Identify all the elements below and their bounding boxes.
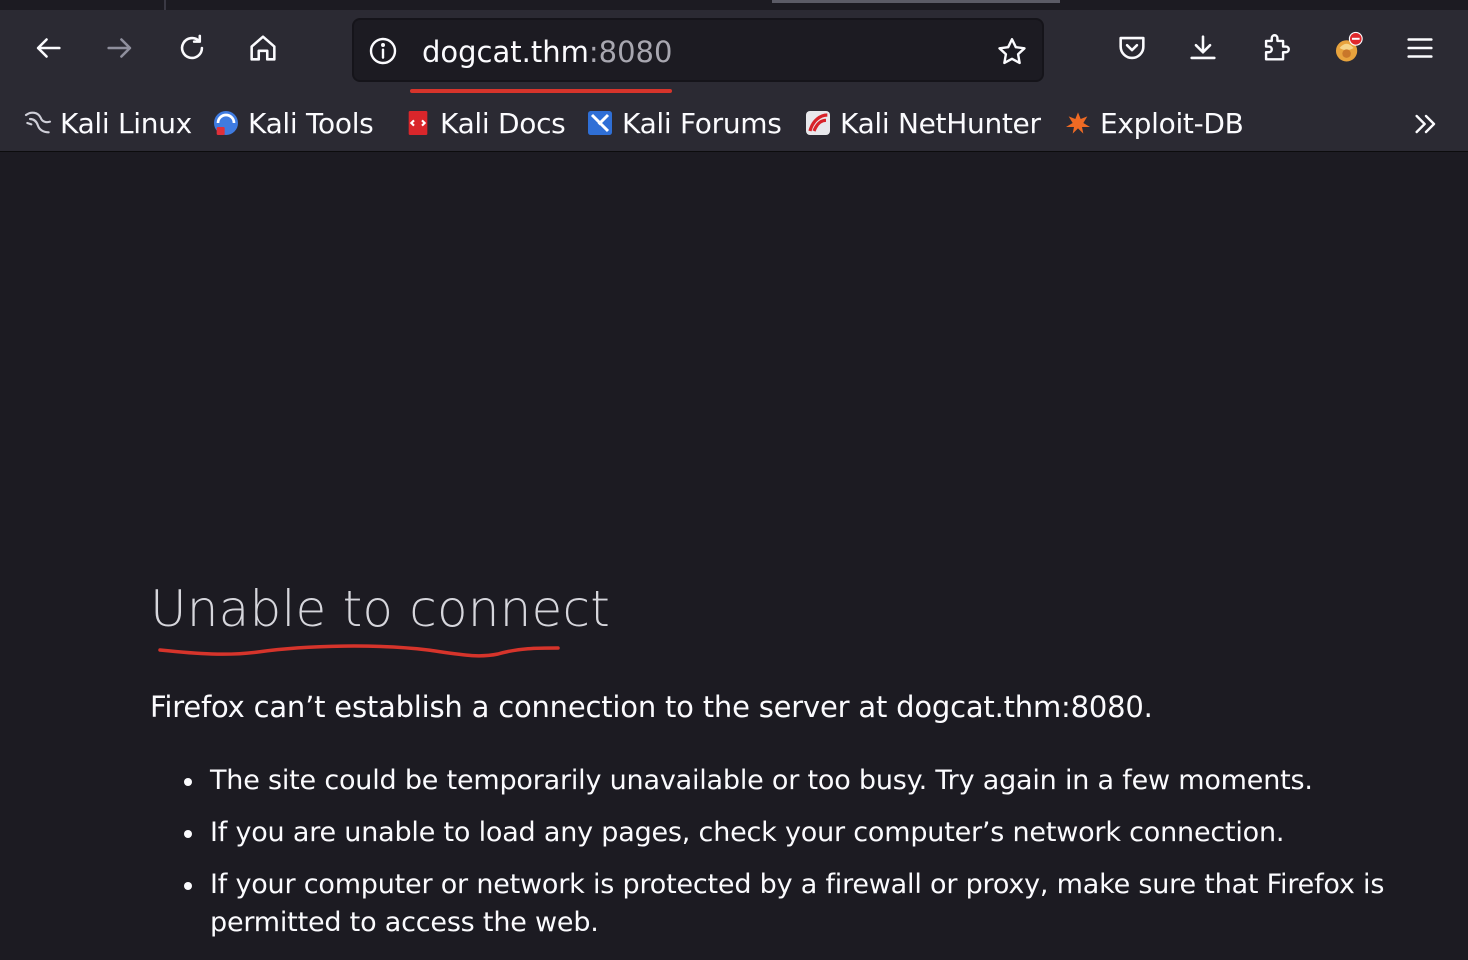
tab-hint bbox=[772, 0, 1060, 3]
download-icon bbox=[1190, 35, 1216, 60]
hamburger-menu-icon bbox=[1407, 38, 1433, 58]
back-button[interactable] bbox=[26, 26, 70, 70]
navigation-toolbar: dogcat.thm:8080 bbox=[0, 10, 1468, 94]
bookmark-exploit-db[interactable]: Exploit-DB bbox=[1062, 102, 1244, 144]
back-arrow-icon bbox=[36, 38, 61, 58]
kali-nethunter-icon bbox=[806, 111, 830, 135]
bookmark-kali-forums[interactable]: Kali Forums bbox=[584, 102, 782, 144]
extensions-icon bbox=[1264, 34, 1290, 61]
kali-docs-icon bbox=[408, 111, 428, 135]
bookmark-kali-tools[interactable]: Kali Tools bbox=[210, 102, 374, 144]
url-text[interactable]: dogcat.thm:8080 bbox=[422, 32, 672, 72]
bookmarks-toolbar: Kali Linux Kali Tools Kali Docs Kali For… bbox=[0, 94, 1468, 152]
foxyproxy-button[interactable] bbox=[1326, 26, 1370, 70]
star-icon[interactable] bbox=[992, 32, 1032, 72]
bookmark-label: Kali Forums bbox=[622, 106, 782, 140]
url-bar[interactable]: dogcat.thm:8080 bbox=[352, 18, 1044, 82]
list-item: The site could be temporarily unavailabl… bbox=[180, 762, 1420, 800]
pocket-button[interactable] bbox=[1110, 26, 1154, 70]
bookmark-label: Kali Tools bbox=[248, 106, 374, 140]
tab-divider bbox=[164, 0, 166, 10]
downloads-button[interactable] bbox=[1181, 26, 1225, 70]
forward-button[interactable] bbox=[98, 26, 142, 70]
kali-tools-icon bbox=[214, 111, 238, 135]
list-item: If you are unable to load any pages, che… bbox=[180, 814, 1420, 852]
bookmark-kali-linux[interactable]: Kali Linux bbox=[22, 102, 192, 144]
info-icon[interactable] bbox=[366, 34, 400, 68]
reload-button[interactable] bbox=[170, 26, 214, 70]
exploit-db-icon bbox=[1066, 112, 1090, 134]
home-icon bbox=[250, 35, 276, 61]
kali-dragon-icon bbox=[24, 111, 52, 134]
extensions-button[interactable] bbox=[1254, 26, 1298, 70]
url-host: dogcat.thm bbox=[422, 35, 589, 69]
tab-strip bbox=[0, 0, 1468, 10]
bookmark-label: Kali Linux bbox=[60, 106, 192, 140]
bookmark-label: Kali Docs bbox=[440, 106, 566, 140]
url-port: :8080 bbox=[588, 35, 673, 69]
bookmark-kali-nethunter[interactable]: Kali NetHunter bbox=[802, 102, 1041, 144]
bookmark-label: Kali NetHunter bbox=[840, 106, 1041, 140]
foxyproxy-icon bbox=[1335, 31, 1363, 62]
pocket-icon bbox=[1119, 36, 1145, 60]
menu-button[interactable] bbox=[1398, 26, 1442, 70]
home-button[interactable] bbox=[241, 26, 285, 70]
error-page: Unable to connect Firefox can’t establis… bbox=[0, 152, 1468, 960]
reload-icon bbox=[180, 34, 204, 60]
list-item: If your computer or network is protected… bbox=[180, 866, 1420, 942]
bookmark-kali-docs[interactable]: Kali Docs bbox=[402, 102, 566, 144]
kali-forums-icon bbox=[588, 111, 612, 135]
error-suggestions-list: The site could be temporarily unavailabl… bbox=[180, 762, 1420, 956]
chevron-double-right-icon bbox=[1415, 114, 1436, 134]
url-annotation-underline bbox=[410, 89, 672, 93]
error-title: Unable to connect bbox=[150, 580, 611, 638]
bookmark-label: Exploit-DB bbox=[1100, 106, 1244, 140]
title-annotation-underline bbox=[158, 644, 560, 658]
forward-arrow-icon bbox=[107, 38, 132, 58]
error-description: Firefox can’t establish a connection to … bbox=[150, 690, 1153, 724]
bookmarks-overflow-button[interactable] bbox=[1404, 104, 1448, 144]
